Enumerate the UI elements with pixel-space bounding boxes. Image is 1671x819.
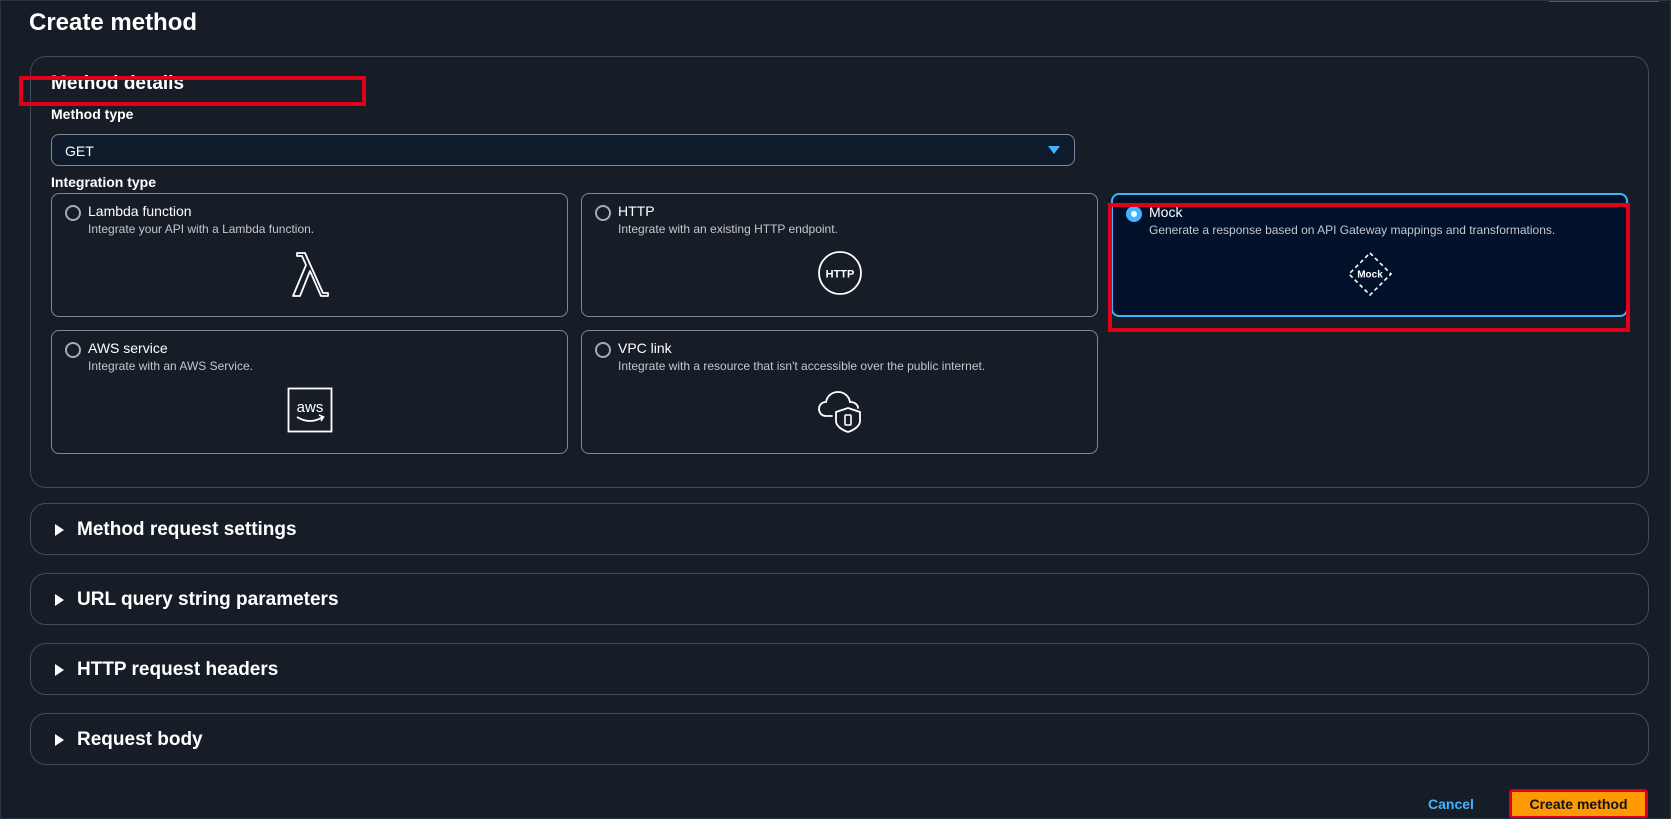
option-description: Generate a response based on API Gateway… [1149,223,1556,237]
option-title: Mock [1149,204,1183,220]
lambda-radio[interactable] [65,205,81,221]
caret-right-icon [55,734,64,746]
option-description: Integrate with an AWS Service. [88,359,253,373]
vpc-link-radio[interactable] [595,342,611,358]
option-description: Integrate with a resource that isn't acc… [618,359,986,373]
section-http-request-headers[interactable]: HTTP request headers [30,643,1649,695]
section-label: Method request settings [77,519,297,540]
method-type-select[interactable]: GET [51,134,1075,166]
http-icon: HTTP [816,249,864,297]
aws-icon-text: aws [296,399,323,416]
option-description: Integrate with an existing HTTP endpoint… [618,222,838,236]
integration-option-http[interactable]: HTTP Integrate with an existing HTTP end… [581,193,1098,317]
option-title: Lambda function [88,203,192,219]
create-method-button[interactable]: Create method [1509,789,1648,819]
option-title: AWS service [88,340,168,356]
http-radio[interactable] [595,205,611,221]
option-title: HTTP [618,203,655,219]
caret-right-icon [55,594,64,606]
integration-option-aws-service[interactable]: AWS service Integrate with an AWS Servic… [51,330,568,454]
section-url-query-string-parameters[interactable]: URL query string parameters [30,573,1649,625]
section-request-body[interactable]: Request body [30,713,1649,765]
section-label: HTTP request headers [77,659,279,680]
mock-radio[interactable] [1126,206,1142,222]
caret-right-icon [55,524,64,536]
method-type-label: Method type [51,106,134,122]
top-accent-line [1549,0,1659,2]
section-label: URL query string parameters [77,589,339,610]
option-description: Integrate your API with a Lambda functio… [88,222,315,236]
integration-option-vpc-link[interactable]: VPC link Integrate with a resource that … [581,330,1098,454]
vpc-link-icon [816,386,864,434]
lambda-icon [286,249,334,297]
aws-icon: aws [286,386,334,434]
page-title: Create method [29,9,198,36]
mock-icon-text: Mock [1357,270,1383,281]
caret-down-icon [1048,146,1060,154]
method-details-title: Method details [51,73,185,94]
section-label: Request body [77,729,203,750]
method-details-panel: Method details Method type GET Integrati… [30,56,1649,488]
http-icon-text: HTTP [825,269,854,281]
option-title: VPC link [618,340,672,356]
cancel-button[interactable]: Cancel [1428,796,1474,812]
caret-right-icon [55,664,64,676]
aws-service-radio[interactable] [65,342,81,358]
method-type-value: GET [65,143,94,159]
section-method-request-settings[interactable]: Method request settings [30,503,1649,555]
mock-icon: Mock [1346,250,1394,298]
integration-option-mock[interactable]: Mock Generate a response based on API Ga… [1111,193,1628,317]
integration-option-lambda[interactable]: Lambda function Integrate your API with … [51,193,568,317]
create-method-page: Create method Method details Method type… [0,0,1671,819]
integration-type-label: Integration type [51,174,157,190]
